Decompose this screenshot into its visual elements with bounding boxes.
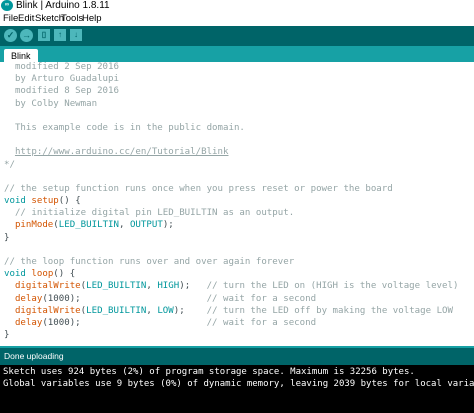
code-line: delay(1000); // wait for a second <box>4 293 458 305</box>
code-token: () { <box>58 196 81 207</box>
code-token: delay <box>14 293 43 304</box>
new-sketch-button[interactable]: ▯ <box>38 29 50 41</box>
code-line: void setup() { <box>4 195 458 207</box>
open-icon: ↑ <box>58 30 62 39</box>
code-line: // initialize digital pin LED_BUILTIN as… <box>4 207 458 219</box>
code-line: } <box>4 329 458 341</box>
code-token: modified 8 Sep 2016 <box>4 86 119 97</box>
code-token: delay <box>14 317 43 328</box>
code-line: modified 2 Sep 2016 <box>4 62 458 73</box>
code-token: */ <box>4 159 15 170</box>
tab-blink[interactable]: Blink <box>4 49 38 62</box>
arduino-app-icon: ∞ <box>1 0 13 11</box>
code-token: // the setup function runs once when you… <box>4 183 393 194</box>
code-token: ); <box>179 281 207 292</box>
code-token: LED_BUILTIN <box>58 220 119 231</box>
code-token: modified 2 Sep 2016 <box>4 62 119 72</box>
save-icon: ↓ <box>74 30 78 39</box>
toolbar: ✓ → ▯ ↑ ↓ <box>0 26 474 46</box>
code-token: pinMode <box>14 220 54 231</box>
console-output[interactable]: Sketch uses 924 bytes (2%) of program st… <box>0 365 474 413</box>
menu-file[interactable]: File <box>3 12 18 26</box>
new-sketch-icon: ▯ <box>41 30 47 39</box>
code-token: (1000); <box>42 317 207 328</box>
code-token: // turn the LED on (HIGH is the voltage … <box>206 281 459 292</box>
code-token[interactable]: http://www.arduino.cc/en/Tutorial/Blink <box>15 147 229 157</box>
save-button[interactable]: ↓ <box>70 29 82 41</box>
code-token: This example code is in the public domai… <box>4 122 245 133</box>
upload-button[interactable]: → <box>20 29 33 42</box>
code-token: void <box>4 269 26 280</box>
code-token: // the loop function runs over and over … <box>4 257 295 267</box>
window-title: Blink | Arduino 1.8.11 <box>16 0 110 11</box>
code-token: OUTPUT <box>129 220 163 231</box>
code-line: // the loop function runs over and over … <box>4 256 458 268</box>
verify-button[interactable]: ✓ <box>4 29 17 42</box>
menu-bar: File Edit Sketch Tools Help <box>0 12 474 26</box>
code-token: digitalWrite <box>14 281 81 292</box>
code-token: LED_BUILTIN <box>86 281 147 292</box>
code-token: ); <box>162 220 174 231</box>
code-token: } <box>4 232 10 243</box>
code-line: void loop() { <box>4 268 458 280</box>
code-line: by Arturo Guadalupi <box>4 73 458 85</box>
tab-bar: Blink <box>0 46 474 62</box>
code-token: // initialize digital pin LED_BUILTIN as… <box>4 208 295 219</box>
upload-icon: → <box>22 30 31 40</box>
code-token: () { <box>53 269 76 280</box>
code-token: HIGH <box>157 281 180 292</box>
code-token: , <box>146 305 158 316</box>
title-bar: ∞ Blink | Arduino 1.8.11 <box>0 0 474 12</box>
code-line: by Colby Newman <box>4 98 458 110</box>
menu-sketch[interactable]: Sketch <box>35 12 64 26</box>
code-token: // wait for a second <box>206 293 317 304</box>
code-token: setup <box>31 196 59 207</box>
code-token: by Arturo Guadalupi <box>4 74 119 85</box>
code-token: LOW <box>157 305 174 316</box>
code-line: } <box>4 232 458 244</box>
menu-tools[interactable]: Tools <box>61 12 83 26</box>
code-line: modified 8 Sep 2016 <box>4 85 458 97</box>
code-token: , <box>146 281 158 292</box>
code-line: digitalWrite(LED_BUILTIN, HIGH); // turn… <box>4 280 459 292</box>
code-token: by Colby Newman <box>4 98 98 109</box>
console-line: Global variables use 9 bytes (0%) of dyn… <box>3 379 474 389</box>
code-editor[interactable]: modified 2 Sep 2016 by Arturo Guadalupi … <box>0 62 474 346</box>
code-line: pinMode(LED_BUILTIN, OUTPUT); <box>4 219 458 231</box>
code-line: digitalWrite(LED_BUILTIN, LOW); // turn … <box>4 305 458 317</box>
code-line: This example code is in the public domai… <box>4 122 458 134</box>
code-line: http://www.arduino.cc/en/Tutorial/Blink <box>4 146 458 158</box>
code-token: , <box>119 220 130 231</box>
menu-edit[interactable]: Edit <box>18 12 34 26</box>
code-line: // the setup function runs once when you… <box>4 183 458 195</box>
code-line: */ <box>4 159 458 171</box>
code-token: void <box>4 196 26 207</box>
verify-icon: ✓ <box>6 30 15 40</box>
menu-help[interactable]: Help <box>82 12 102 26</box>
code-token: loop <box>31 269 54 280</box>
code-token: ); <box>173 305 207 316</box>
status-text: Done uploading <box>4 351 64 361</box>
code-line: delay(1000); // wait for a second <box>4 317 458 329</box>
status-bar: Done uploading <box>0 348 474 365</box>
open-button[interactable]: ↑ <box>54 29 66 41</box>
code-token: } <box>4 330 10 341</box>
source-code[interactable]: modified 2 Sep 2016 by Arturo Guadalupi … <box>4 62 458 341</box>
code-token: LED_BUILTIN <box>86 305 147 316</box>
code-token: // wait for a second <box>206 317 317 328</box>
code-token: (1000); <box>42 293 207 304</box>
code-token: // turn the LED off by making the voltag… <box>206 305 453 316</box>
console-line: Sketch uses 924 bytes (2%) of program st… <box>3 367 415 377</box>
code-token: digitalWrite <box>14 305 81 316</box>
